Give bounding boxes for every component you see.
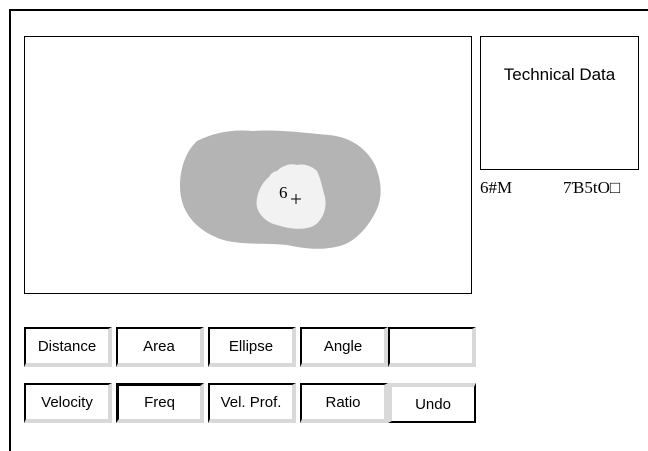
ratio-button[interactable]: Ratio	[300, 383, 388, 423]
vel-prof-button[interactable]: Vel. Prof.	[208, 383, 296, 423]
ellipse-button[interactable]: Ellipse	[208, 327, 296, 367]
ultrasound-image-view[interactable]: 6	[24, 36, 472, 294]
blank-button[interactable]	[388, 327, 476, 367]
freq-button[interactable]: Freq	[116, 383, 204, 423]
distance-button[interactable]: Distance	[24, 327, 112, 367]
region-label: 6	[279, 183, 288, 202]
undo-button[interactable]: Undo	[388, 383, 476, 423]
technical-data-title: Technical Data	[503, 65, 616, 84]
tech-readout-right: 7Ɓ5tO□	[563, 178, 621, 197]
angle-button[interactable]: Angle	[300, 327, 388, 367]
area-button[interactable]: Area	[116, 327, 204, 367]
image-canvas: 6	[180, 130, 381, 249]
tech-readout-left: 6#M	[480, 178, 513, 197]
technical-data-panel: Technical Data	[480, 36, 639, 170]
velocity-button[interactable]: Velocity	[24, 383, 112, 423]
